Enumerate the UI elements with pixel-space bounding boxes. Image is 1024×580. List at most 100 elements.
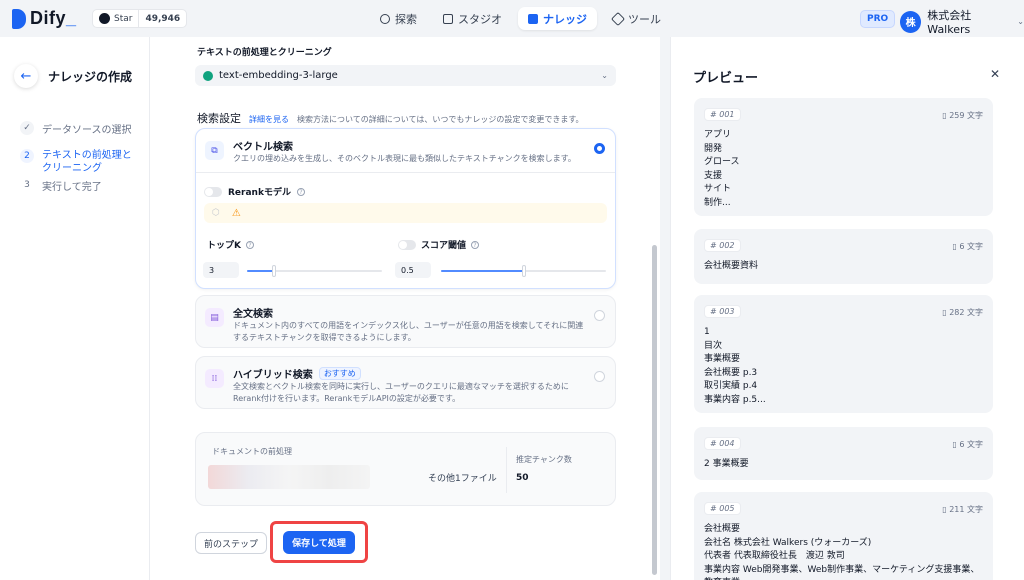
preview-title: プレビュー bbox=[693, 71, 759, 86]
brand-name: Dify bbox=[30, 8, 67, 28]
compass-icon bbox=[380, 13, 390, 24]
chunk-text: 会社概要 会社名 株式会社 Walkers (ウォーカーズ) 代表者 代表取締役… bbox=[704, 524, 980, 580]
plan-badge: PRO bbox=[860, 10, 896, 28]
help-icon: ? bbox=[471, 240, 480, 249]
chunk-char-count: 211 文字 bbox=[949, 505, 983, 514]
document-icon: ▯ bbox=[952, 242, 957, 251]
score-threshold-toggle[interactable] bbox=[398, 239, 416, 250]
chunk-id: 005 bbox=[719, 504, 735, 513]
main-scrollbar[interactable] bbox=[652, 245, 657, 575]
step-data-source: ✓ データソースの選択 bbox=[20, 121, 132, 136]
chunk-text: 会社概要資料 bbox=[704, 261, 759, 271]
score-slider-thumb[interactable] bbox=[521, 265, 526, 277]
rerank-toggle[interactable] bbox=[204, 186, 222, 197]
search-settings-header: 検索設定 詳細を見る 検索方法についての詳細については、いつでもナレッジの設定で… bbox=[197, 110, 584, 126]
fulltext-search-radio[interactable] bbox=[594, 310, 605, 321]
nav-explore-label: 探索 bbox=[395, 12, 417, 26]
vector-search-radio[interactable] bbox=[594, 143, 605, 154]
chunk-char-count: 6 文字 bbox=[959, 242, 983, 251]
nav-knowledge[interactable]: ナレッジ bbox=[518, 7, 597, 30]
score-threshold-slider[interactable] bbox=[441, 265, 606, 277]
back-arrow-icon[interactable]: ← bbox=[14, 64, 38, 88]
score-threshold-input[interactable]: 0.5 bbox=[395, 262, 431, 278]
document-search-icon: ▤ bbox=[205, 308, 224, 327]
search-settings-title: 検索設定 bbox=[197, 112, 241, 125]
step-label: 実行して完了 bbox=[42, 182, 102, 193]
wrench-icon bbox=[610, 11, 626, 26]
highlight-box bbox=[270, 521, 368, 563]
embedding-model-name: text-embedding-3-large bbox=[219, 70, 338, 81]
rerank-label: Rerankモデル bbox=[228, 188, 291, 198]
document-icon: ▯ bbox=[952, 440, 957, 449]
chunk-id: 003 bbox=[719, 307, 735, 316]
estimated-chunks-value: 50 bbox=[516, 473, 529, 483]
step-number: 3 bbox=[24, 180, 30, 190]
step-preprocess: 2 テキストの前処理とクリーニング bbox=[20, 149, 144, 175]
topk-slider-fill bbox=[247, 270, 274, 272]
robot-icon bbox=[443, 13, 453, 24]
blurred-file-name bbox=[208, 465, 370, 489]
previous-step-button[interactable]: 前のステップ bbox=[195, 532, 267, 554]
vector-search-card[interactable]: ⧉ ベクトル検索 クエリの埋め込みを生成し、そのベクトル表現に最も類似したテキス… bbox=[195, 128, 616, 289]
help-icon: ? bbox=[245, 240, 254, 249]
other-files-count[interactable]: その他1ファイル bbox=[428, 471, 497, 484]
search-settings-desc: 検索方法についての詳細については、いつでもナレッジの設定で変更できます。 bbox=[297, 115, 584, 124]
topk-slider[interactable] bbox=[247, 265, 382, 277]
chunk-text: 1 目次 事業概要 会社概要 p.3 取引実績 p.4 事業内容 p.5... bbox=[704, 327, 766, 405]
workspace-menu[interactable]: 株 株式会社Walkers ⌄ bbox=[900, 7, 1024, 36]
hybrid-search-card[interactable]: ⁞⁞ ハイブリッド検索 おすすめ 全文検索とベクトル検索を同時に実行し、ユーザー… bbox=[195, 356, 616, 409]
github-icon bbox=[99, 13, 110, 24]
section-heading: テキストの前処理とクリーニング bbox=[197, 48, 332, 58]
nav-knowledge-label: ナレッジ bbox=[543, 12, 587, 26]
fulltext-search-card[interactable]: ▤ 全文検索 ドキュメント内のすべての用語をインデックス化し、ユーザーが任意の用… bbox=[195, 295, 616, 348]
github-star-label: Star bbox=[114, 13, 133, 24]
step-label: データソースの選択 bbox=[42, 125, 132, 136]
learn-more-link[interactable]: 詳細を見る bbox=[249, 114, 289, 125]
hybrid-search-desc: 全文検索とベクトル検索を同時に実行し、ユーザーのクエリに最適なマッチを選択するた… bbox=[233, 382, 569, 403]
rerank-model-warning[interactable]: ⬡ ⚠ bbox=[204, 203, 607, 223]
nav-tools[interactable]: ツール bbox=[603, 7, 671, 30]
preprocess-summary: ドキュメントの前処理 その他1ファイル 推定チャンク数 50 bbox=[195, 432, 616, 506]
nav-explore[interactable]: 探索 bbox=[370, 7, 427, 30]
chevron-down-icon: ⌄ bbox=[1017, 17, 1024, 26]
nav-studio[interactable]: スタジオ bbox=[433, 7, 512, 30]
chevron-down-icon: ⌄ bbox=[601, 71, 608, 80]
divider bbox=[506, 447, 507, 493]
help-icon: ? bbox=[296, 187, 305, 196]
preview-chunk: # 001 ▯ 259 文字 アプリ 開発 グロース 支援 サイト 制作... bbox=[694, 98, 993, 216]
preview-chunk: # 002 ▯ 6 文字 会社概要資料 bbox=[694, 229, 993, 284]
github-star-button[interactable]: Star 49,946 bbox=[92, 9, 188, 28]
topk-slider-thumb[interactable] bbox=[272, 265, 276, 277]
top-bar: Dify_ Star 49,946 探索 スタジオ ナレッジ ツール PRO 株… bbox=[0, 0, 1024, 37]
chunk-char-count: 282 文字 bbox=[949, 308, 983, 317]
preprocess-label: ドキュメントの前処理 bbox=[212, 447, 292, 456]
check-icon: ✓ bbox=[20, 121, 34, 135]
hybrid-search-title: ハイブリッド検索 bbox=[233, 370, 313, 381]
dify-logo-mark-icon bbox=[12, 8, 26, 29]
step-execute: 3 実行して完了 bbox=[20, 178, 102, 193]
warning-icon: ⚠ bbox=[231, 207, 241, 219]
workspace-name: 株式会社Walkers bbox=[927, 9, 972, 36]
main-panel: テキストの前処理とクリーニング text-embedding-3-large ⌄… bbox=[150, 37, 660, 580]
topk-label: トップK bbox=[207, 241, 241, 251]
cube-icon: ⬡ bbox=[212, 208, 220, 218]
openai-icon bbox=[203, 70, 213, 81]
nav-tools-label: ツール bbox=[628, 12, 661, 26]
grid-icon: ⁞⁞ bbox=[205, 369, 224, 388]
hybrid-search-radio[interactable] bbox=[594, 371, 605, 382]
preview-panel: プレビュー ✕ # 001 ▯ 259 文字 アプリ 開発 グロース 支援 サイ… bbox=[670, 37, 1024, 580]
recommended-badge: おすすめ bbox=[318, 367, 361, 380]
chunk-text: 2 事業概要 bbox=[704, 459, 749, 469]
chunk-char-count: 6 文字 bbox=[959, 440, 983, 449]
dify-logo[interactable]: Dify_ bbox=[12, 8, 77, 29]
score-threshold-label: スコア閾値 bbox=[421, 241, 467, 251]
chunk-id: 001 bbox=[719, 110, 735, 119]
preview-chunk: # 004 ▯ 6 文字 2 事業概要 bbox=[694, 427, 993, 480]
estimated-chunks-label: 推定チャンク数 bbox=[516, 455, 572, 464]
embedding-model-select[interactable]: text-embedding-3-large ⌄ bbox=[195, 65, 616, 86]
github-star-count: 49,946 bbox=[145, 13, 181, 24]
topk-input[interactable]: 3 bbox=[203, 262, 239, 278]
close-icon[interactable]: ✕ bbox=[990, 67, 1000, 81]
preview-chunk: # 003 ▯ 282 文字 1 目次 事業概要 会社概要 p.3 取引実績 p… bbox=[694, 295, 993, 413]
fulltext-search-desc: ドキュメント内のすべての用語をインデックス化し、ユーザーが任意の用語を検索してそ… bbox=[233, 321, 584, 342]
